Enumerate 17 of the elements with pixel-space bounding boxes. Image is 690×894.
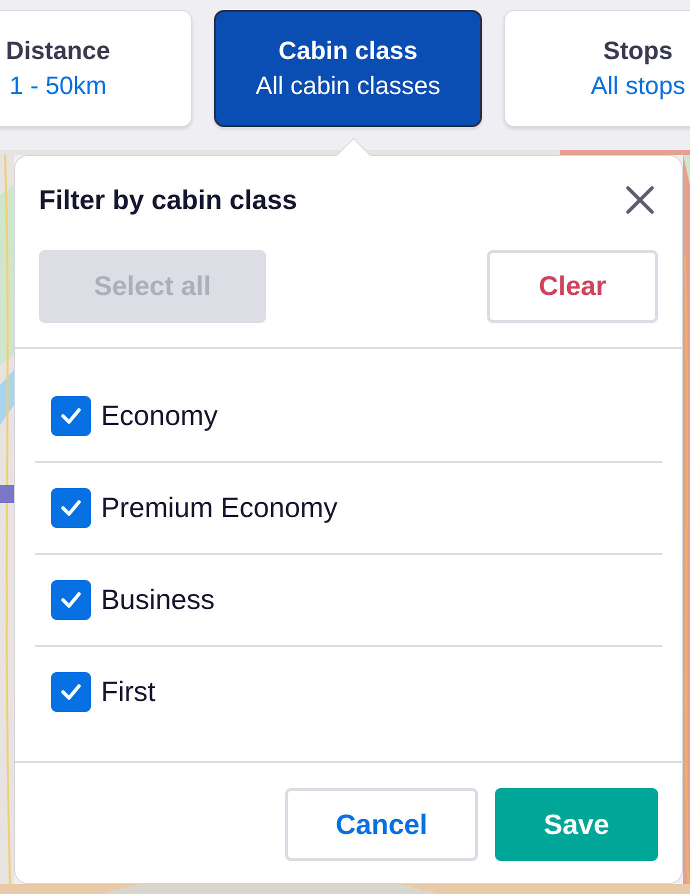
option-label: Economy — [101, 400, 218, 432]
cancel-button[interactable]: Cancel — [285, 788, 478, 861]
close-icon — [624, 184, 656, 216]
filter-tab[interactable]: Stops All stops — [504, 10, 690, 127]
option-label: Business — [101, 584, 215, 616]
option-label: First — [101, 676, 156, 708]
clear-button[interactable]: Clear — [487, 250, 658, 323]
checkbox[interactable] — [51, 672, 91, 712]
popup-title: Filter by cabin class — [39, 184, 298, 216]
option-label: Premium Economy — [101, 492, 338, 524]
filter-tab[interactable]: Distance 1 - 50km — [0, 10, 192, 127]
checkbox[interactable] — [51, 488, 91, 528]
checkbox[interactable] — [51, 396, 91, 436]
close-button[interactable] — [624, 184, 656, 216]
checkbox[interactable] — [51, 580, 91, 620]
save-button[interactable]: Save — [495, 788, 658, 861]
filter-tab[interactable]: Cabin class All cabin classes — [214, 10, 482, 127]
